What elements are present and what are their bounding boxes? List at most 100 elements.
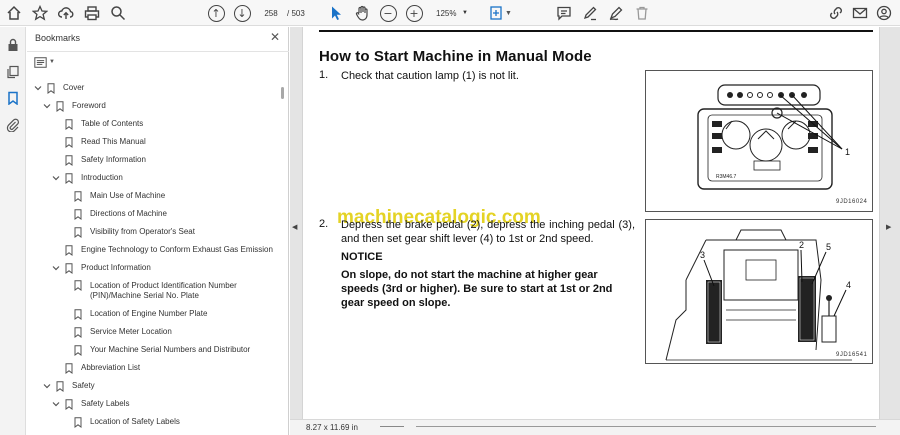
chevron-down-icon[interactable] xyxy=(51,174,60,183)
bookmark-item[interactable]: Main Use of Machine xyxy=(27,187,279,205)
chevron-down-icon[interactable] xyxy=(42,102,51,111)
bookmark-icon xyxy=(74,416,83,428)
bookmark-item[interactable]: Your Machine Serial Numbers and Distribu… xyxy=(27,341,279,359)
comment-icon[interactable] xyxy=(554,3,574,23)
bookmark-icon xyxy=(65,154,74,166)
panel-title: Bookmarks xyxy=(35,33,81,43)
chevron-down-icon: ▼ xyxy=(462,10,468,16)
callout-label: 1 xyxy=(845,147,850,157)
home-icon[interactable] xyxy=(4,3,24,23)
bookmark-label: Engine Technology to Conform Exhaust Gas… xyxy=(81,245,273,254)
bookmark-options-button[interactable]: ▼ xyxy=(34,55,58,69)
figure-instrument-panel: R3M46.7 1 9JD16024 xyxy=(645,70,873,212)
bookmarks-panel: Bookmarks ✕ ▼ Cover Foreword Table of Co… xyxy=(27,27,289,435)
zoom-in-icon[interactable]: + xyxy=(404,3,424,23)
figure-code: 9JD16541 xyxy=(836,352,868,358)
pdf-viewer: ↑ ↓ 258 / 503 − + 125% ▼ ▼ Bookmarks ✕ ▼… xyxy=(0,0,900,435)
zoom-level-select[interactable]: 125% ▼ xyxy=(428,5,472,21)
bookmark-icon xyxy=(65,136,74,148)
bookmark-item[interactable]: Location of Engine Number Plate xyxy=(27,305,279,323)
bookmark-icon xyxy=(74,344,83,356)
bookmark-item[interactable]: Safety Information xyxy=(27,151,279,169)
bookmark-icon xyxy=(74,208,83,220)
bookmark-item[interactable]: Safety Labels xyxy=(27,395,279,413)
delete-icon[interactable] xyxy=(632,3,652,23)
navigation-rail xyxy=(0,27,26,435)
panel-scrollbar[interactable] xyxy=(280,79,286,435)
chevron-down-icon[interactable] xyxy=(51,264,60,273)
bookmark-item[interactable]: Service Meter Location xyxy=(27,323,279,341)
close-icon[interactable]: ✕ xyxy=(268,30,282,44)
bookmark-item[interactable]: Location of Safety Labels xyxy=(27,413,279,431)
zoom-out-icon[interactable]: − xyxy=(378,3,398,23)
lock-icon[interactable] xyxy=(5,37,21,53)
notice-text: On slope, do not start the machine at hi… xyxy=(341,269,613,309)
instrument-panel-drawing: R3M46.7 1 xyxy=(697,84,850,190)
attachment-icon[interactable] xyxy=(5,117,21,133)
print-icon[interactable] xyxy=(82,3,102,23)
callout-label: 3 xyxy=(700,250,705,260)
page-down-icon[interactable]: ↓ xyxy=(232,3,252,23)
bookmark-item[interactable]: Product Information xyxy=(27,259,279,277)
bookmark-icon xyxy=(65,172,74,184)
bookmark-item[interactable]: Engine Technology to Conform Exhaust Gas… xyxy=(27,241,279,259)
chevron-down-icon[interactable] xyxy=(51,400,60,409)
step-text: Check that caution lamp (1) is not lit. xyxy=(341,70,519,82)
bookmark-icon xyxy=(65,118,74,130)
star-icon[interactable] xyxy=(30,3,50,23)
bookmark-item[interactable]: Visibility from Operator's Seat xyxy=(27,223,279,241)
bookmark-item[interactable]: Location of Product Identification Numbe… xyxy=(27,277,279,305)
bookmark-label: Foreword xyxy=(72,101,106,110)
bookmark-label: Product Information xyxy=(81,263,151,272)
email-icon[interactable] xyxy=(850,3,870,23)
bookmark-item[interactable]: Safety xyxy=(27,377,279,395)
collapse-left-icon[interactable]: ◀ xyxy=(292,223,297,231)
bookmark-label: Safety xyxy=(72,381,95,390)
chevron-down-icon[interactable] xyxy=(33,84,42,93)
bookmark-icon xyxy=(65,244,74,256)
step-number: 2. xyxy=(319,218,329,230)
profile-icon[interactable] xyxy=(874,3,894,23)
scrollbar-thumb[interactable] xyxy=(281,87,284,99)
bookmark-icon xyxy=(74,226,83,238)
bookmark-item[interactable]: Directions of Machine xyxy=(27,205,279,223)
fit-page-icon[interactable]: ▼ xyxy=(486,3,514,23)
cloud-upload-icon[interactable] xyxy=(56,3,76,23)
bookmark-item[interactable]: Abbreviation List xyxy=(27,359,279,377)
hand-tool-icon[interactable] xyxy=(352,3,372,23)
bookmark-item[interactable]: Cover xyxy=(27,79,279,97)
page-up-icon[interactable]: ↑ xyxy=(206,3,226,23)
bookmark-label: Read This Manual xyxy=(81,137,146,146)
document-viewport: ◀ ▶ How to Start Machine in Manual Mode … xyxy=(290,27,900,435)
bookmark-label: Abbreviation List xyxy=(81,363,141,372)
document-page: How to Start Machine in Manual Mode 1. C… xyxy=(302,27,880,419)
bookmark-item[interactable]: Table of Contents xyxy=(27,115,279,133)
horizontal-scrollbar[interactable] xyxy=(416,426,876,427)
step-number: 1. xyxy=(319,69,329,81)
bookmark-item[interactable]: Read This Manual xyxy=(27,133,279,151)
draw-icon[interactable] xyxy=(580,3,600,23)
bookmark-item[interactable]: Introduction xyxy=(27,169,279,187)
zoom-level-value: 125% xyxy=(436,8,457,18)
chevron-down-icon: ▼ xyxy=(49,59,55,65)
divider xyxy=(27,51,289,52)
fill-sign-icon[interactable] xyxy=(606,3,626,23)
page-number-input[interactable]: 258 xyxy=(258,5,284,21)
share-link-icon[interactable] xyxy=(826,3,846,23)
select-cursor-icon[interactable] xyxy=(326,3,346,23)
bookmark-label: Introduction xyxy=(81,173,123,182)
chevron-down-icon[interactable] xyxy=(42,382,51,391)
zoom-search-icon[interactable] xyxy=(108,3,128,23)
bookmark-icon xyxy=(65,398,74,410)
copy-pages-icon[interactable] xyxy=(5,64,21,80)
page-total: / 503 xyxy=(287,8,305,18)
bookmark-item[interactable]: Foreword xyxy=(27,97,279,115)
horizontal-scroll-marker[interactable] xyxy=(380,426,404,427)
collapse-right-icon[interactable]: ▶ xyxy=(886,223,891,231)
bookmark-label: Main Use of Machine xyxy=(90,191,166,200)
toolbar: ↑ ↓ 258 / 503 − + 125% ▼ ▼ xyxy=(0,0,900,26)
bookmark-icon[interactable] xyxy=(5,90,21,106)
bookmark-label: Location of Engine Number Plate xyxy=(90,309,208,318)
panel-readout: R3M46.7 xyxy=(716,174,737,180)
list-view-icon xyxy=(34,56,47,68)
